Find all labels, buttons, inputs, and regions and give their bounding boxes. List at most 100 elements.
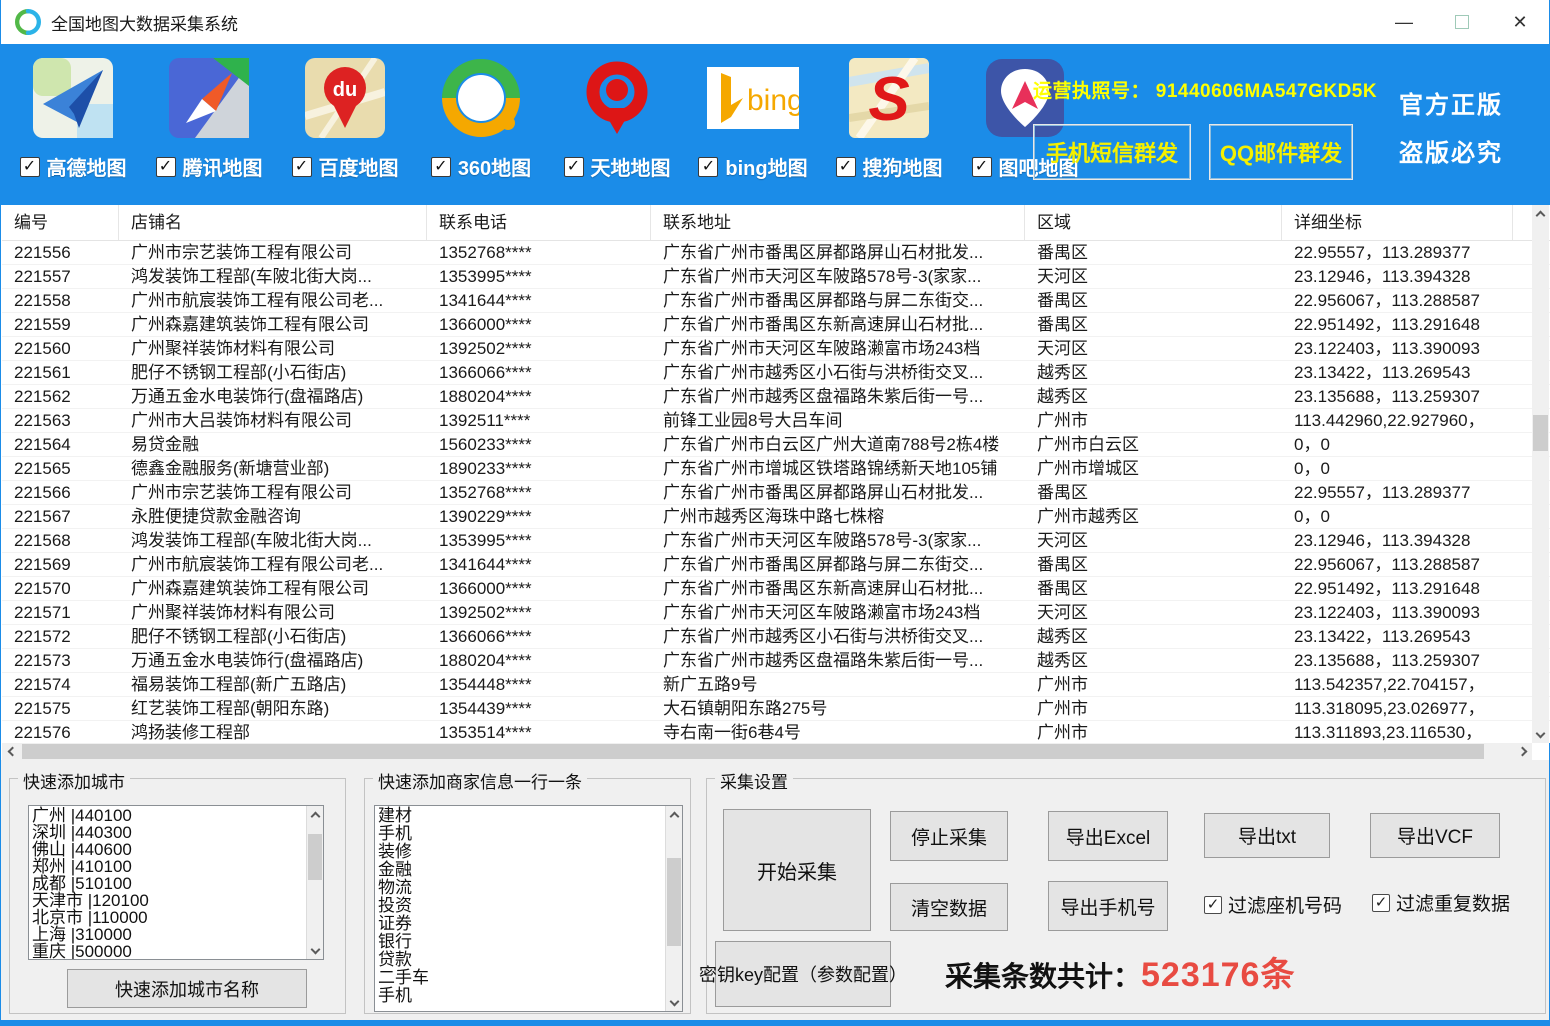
checkbox-checked-icon: ✓ (564, 157, 584, 177)
table-row[interactable]: 221559广州森嘉建筑装饰工程有限公司1366000****广东省广州市番禺区… (2, 313, 1550, 337)
table-row[interactable]: 221569广州市航宸装饰工程有限公司老...1341644****广东省广州市… (2, 553, 1550, 577)
merchant-list-item[interactable]: 金融 (378, 861, 682, 879)
region-cell: 越秀区 (1025, 625, 1282, 648)
scroll-up-button[interactable] (1532, 205, 1549, 222)
table-row[interactable]: 221560广州聚祥装饰材料有限公司1392502****广东省广州市天河区车陂… (2, 337, 1550, 361)
city-list-item[interactable]: 佛山 |440600 (32, 841, 323, 858)
table-row[interactable]: 221562万通五金水电装饰行(盘福路店)1880204****广东省广州市越秀… (2, 385, 1550, 409)
city-list-item[interactable]: 广州 |440100 (32, 807, 323, 824)
city-scroll-up-button[interactable] (307, 806, 324, 823)
table-row[interactable]: 221558广州市航宸装饰工程有限公司老...1341644****广东省广州市… (2, 289, 1550, 313)
maximize-button[interactable] (1433, 0, 1491, 44)
merchant-list-item[interactable]: 物流 (378, 879, 682, 897)
tencent-map-checkbox[interactable]: ✓腾讯地图 (156, 152, 263, 181)
table-row[interactable]: 221571广州聚祥装饰材料有限公司1392502****广东省广州市天河区车陂… (2, 601, 1550, 625)
filter-landline-checkbox[interactable]: ✓ 过滤座机号码 (1204, 891, 1342, 918)
shop-name-cell: 永胜便捷贷款金融咨询 (119, 505, 427, 528)
table-row[interactable]: 221576鸿扬装修工程部1353514****寺右南一街6巷4号广州市113.… (2, 721, 1550, 743)
table-row[interactable]: 221572肥仔不锈钢工程部(小石街店)1366066****广东省广州市越秀区… (2, 625, 1550, 649)
shop-name-cell: 肥仔不锈钢工程部(小石街店) (119, 625, 427, 648)
merchant-scroll-up-button[interactable] (666, 806, 683, 823)
col-header-phone[interactable]: 联系电话 (427, 205, 651, 240)
city-list-items: 广州 |440100深圳 |440300佛山 |440600郑州 |410100… (29, 806, 323, 960)
360-map-checkbox[interactable]: ✓360地图 (431, 152, 531, 181)
amap-checkbox[interactable]: ✓高德地图 (20, 152, 127, 181)
quick-add-city-button[interactable]: 快速添加城市名称 (67, 969, 307, 1008)
qq-mail-mass-send-button[interactable]: QQ邮件群发 (1209, 124, 1353, 180)
export-phone-button[interactable]: 导出手机号 (1048, 881, 1168, 931)
city-list-scrollbar[interactable] (306, 806, 323, 959)
merchant-scroll-down-button[interactable] (666, 994, 683, 1011)
city-list-item[interactable]: 北京市 |110000 (32, 909, 323, 926)
col-header-address[interactable]: 联系地址 (651, 205, 1025, 240)
merchant-list-item[interactable]: 贷款 (378, 951, 682, 969)
merchant-list-item[interactable]: 证券 (378, 915, 682, 933)
scroll-left-button[interactable] (2, 743, 19, 760)
coords-cell: 113.311893,23.116530， (1282, 721, 1513, 743)
tianditu-map-checkbox[interactable]: ✓天地地图 (564, 152, 671, 181)
table-horizontal-scrollbar[interactable] (2, 743, 1532, 760)
export-txt-button[interactable]: 导出txt (1204, 813, 1330, 858)
table-row[interactable]: 221566广州市宗艺装饰工程有限公司1352768****广东省广州市番禺区屏… (2, 481, 1550, 505)
merchant-list-item[interactable]: 银行 (378, 933, 682, 951)
sogou-map-checkbox[interactable]: ✓搜狗地图 (836, 152, 943, 181)
city-scroll-thumb[interactable] (308, 834, 322, 880)
col-header-id[interactable]: 编号 (2, 205, 119, 240)
table-row[interactable]: 221563广州市大吕装饰材料有限公司1392511****前锋工业园8号大吕车… (2, 409, 1550, 433)
table-row[interactable]: 221561肥仔不锈钢工程部(小石街店)1366066****广东省广州市越秀区… (2, 361, 1550, 385)
bing-map-checkbox[interactable]: ✓bing地图 (698, 152, 807, 181)
table-row[interactable]: 221568鸿发装饰工程部(车陂北街大岗...1353995****广东省广州市… (2, 529, 1550, 553)
merchant-list-scrollbar[interactable] (665, 806, 682, 1011)
city-list-item[interactable]: 深圳 |440300 (32, 824, 323, 841)
city-listbox[interactable]: 广州 |440100深圳 |440300佛山 |440600郑州 |410100… (28, 805, 324, 960)
col-header-region[interactable]: 区域 (1025, 205, 1282, 240)
sms-mass-send-button[interactable]: 手机短信群发 (1033, 124, 1191, 180)
merchant-list-item[interactable]: 建材 (378, 807, 682, 825)
table-vertical-scrollbar[interactable] (1532, 205, 1549, 743)
city-list-item[interactable]: 天津市 |120100 (32, 892, 323, 909)
table-row[interactable]: 221570广州森嘉建筑装饰工程有限公司1366000****广东省广州市番禺区… (2, 577, 1550, 601)
start-collect-button[interactable]: 开始采集 (723, 809, 871, 931)
stop-collect-button[interactable]: 停止采集 (890, 811, 1008, 861)
clear-data-button[interactable]: 清空数据 (890, 883, 1008, 931)
city-list-item[interactable]: 成都 |510100 (32, 875, 323, 892)
col-header-coords[interactable]: 详细坐标 (1282, 205, 1513, 240)
table-row[interactable]: 221573万通五金水电装饰行(盘福路店)1880204****广东省广州市越秀… (2, 649, 1550, 673)
city-list-item[interactable]: 重庆 |500000 (32, 943, 323, 960)
table-row[interactable]: 221574福易装饰工程部(新广五路店)1354448****新广五路9号广州市… (2, 673, 1550, 697)
filter-duplicate-checkbox[interactable]: ✓ 过滤重复数据 (1372, 889, 1510, 916)
address-cell: 广东省广州市番禺区东新高速屏山石材批... (651, 313, 1025, 336)
table-row[interactable]: 221564易贷金融1560233****广东省广州市白云区广州大道南788号2… (2, 433, 1550, 457)
export-vcf-button[interactable]: 导出VCF (1370, 813, 1500, 858)
merchant-list-item[interactable]: 装修 (378, 843, 682, 861)
address-cell: 广东省广州市越秀区盘福路朱紫后街一号... (651, 649, 1025, 672)
city-scroll-down-button[interactable] (307, 942, 324, 959)
city-list-item[interactable]: 郑州 |410100 (32, 858, 323, 875)
merchant-list-item[interactable]: 投资 (378, 897, 682, 915)
close-button[interactable]: ✕ (1491, 0, 1549, 44)
merchant-list-item[interactable]: 手机 (378, 987, 682, 1005)
table-row[interactable]: 221565德鑫金融服务(新塘营业部)1890233****广东省广州市增城区铁… (2, 457, 1550, 481)
scroll-right-button[interactable] (1515, 743, 1532, 760)
region-cell: 越秀区 (1025, 649, 1282, 672)
table-row[interactable]: 221557鸿发装饰工程部(车陂北街大岗...1353995****广东省广州市… (2, 265, 1550, 289)
merchant-list-item[interactable]: 手机 (378, 825, 682, 843)
table-row[interactable]: 221556广州市宗艺装饰工程有限公司1352768****广东省广州市番禺区屏… (2, 241, 1550, 265)
minimize-button[interactable]: — (1375, 0, 1433, 44)
address-cell: 广东省广州市越秀区盘福路朱紫后街一号... (651, 385, 1025, 408)
scroll-down-button[interactable] (1532, 726, 1549, 743)
region-cell: 天河区 (1025, 337, 1282, 360)
col-header-shop-name[interactable]: 店铺名 (119, 205, 427, 240)
horizontal-scroll-thumb[interactable] (22, 744, 1484, 759)
merchant-list-item[interactable]: 二手车 (378, 969, 682, 987)
key-config-button[interactable]: 密钥key配置（参数配置） (715, 941, 891, 1007)
merchant-listbox[interactable]: 建材手机装修金融物流投资证券银行贷款二手车手机 (374, 805, 683, 1012)
baidu-map-checkbox[interactable]: ✓百度地图 (292, 152, 399, 181)
export-excel-button[interactable]: 导出Excel (1048, 811, 1168, 861)
checkbox-checked-icon: ✓ (836, 157, 856, 177)
table-row[interactable]: 221575红艺装饰工程部(朝阳东路)1354439****大石镇朝阳东路275… (2, 697, 1550, 721)
vertical-scroll-thumb[interactable] (1533, 415, 1548, 451)
merchant-scroll-thumb[interactable] (667, 858, 681, 946)
table-row[interactable]: 221567永胜便捷贷款金融咨询1390229****广州市越秀区海珠中路七株榕… (2, 505, 1550, 529)
city-list-item[interactable]: 上海 |310000 (32, 926, 323, 943)
